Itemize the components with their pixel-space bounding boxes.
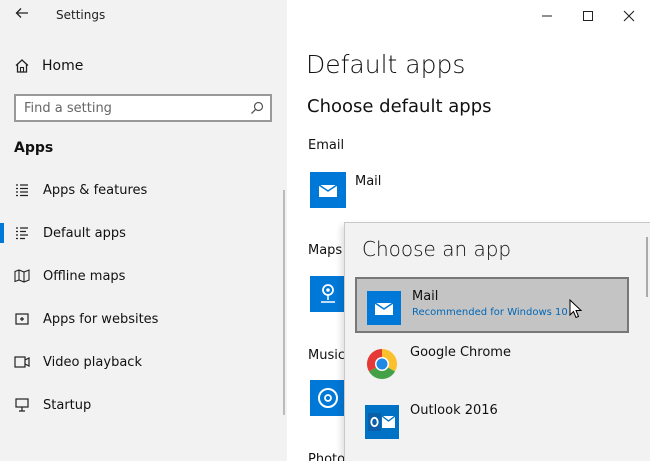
maximize-icon xyxy=(583,10,593,21)
home-icon xyxy=(14,58,30,74)
music-app-tile[interactable] xyxy=(310,380,346,416)
mail-icon xyxy=(318,184,338,197)
back-button[interactable] xyxy=(12,5,32,25)
title-bar: Settings xyxy=(0,0,287,31)
maximize-button[interactable] xyxy=(568,0,608,31)
flyout-title: Choose an app xyxy=(362,237,512,261)
choose-app-flyout: Choose an app Mail Recommended for Windo… xyxy=(344,222,650,461)
music-category-label: Music xyxy=(308,348,345,363)
video-icon xyxy=(14,354,30,370)
email-app-tile[interactable] xyxy=(310,172,346,208)
outlook-icon xyxy=(365,405,399,439)
option-name: Outlook 2016 xyxy=(410,403,498,418)
selection-indicator xyxy=(0,223,4,243)
page-title: Default apps xyxy=(306,50,466,79)
sidebar-item-label: Offline maps xyxy=(43,268,126,284)
app-option-outlook-2016[interactable]: Outlook 2016 xyxy=(355,393,629,449)
sidebar-item-apps-features[interactable]: Apps & features xyxy=(0,174,280,206)
startup-icon xyxy=(14,397,30,413)
close-button[interactable] xyxy=(609,0,649,31)
maps-app-tile[interactable] xyxy=(310,276,346,312)
option-recommendation: Recommended for Windows 10 xyxy=(412,307,568,318)
minimize-icon xyxy=(542,15,552,16)
flyout-scrollbar[interactable] xyxy=(646,237,648,297)
sidebar-item-video-playback[interactable]: Video playback xyxy=(0,346,280,378)
home-label: Home xyxy=(42,58,84,74)
section-subtitle: Choose default apps xyxy=(307,96,492,117)
sidebar-item-apps-for-websites[interactable]: Apps for websites xyxy=(0,303,280,335)
search-box[interactable] xyxy=(14,94,272,122)
sidebar-item-label: Apps for websites xyxy=(43,311,159,327)
search-input[interactable] xyxy=(24,99,244,117)
sidebar-item-default-apps[interactable]: Default apps xyxy=(0,217,280,249)
chrome-icon xyxy=(365,347,399,381)
maps-pin-icon xyxy=(321,284,335,303)
sidebar-item-startup[interactable]: Startup xyxy=(0,389,280,421)
close-icon xyxy=(623,10,635,21)
groove-music-icon xyxy=(318,388,338,408)
sidebar-item-label: Apps & features xyxy=(43,182,148,198)
sidebar-item-offline-maps[interactable]: Offline maps xyxy=(0,260,280,292)
default-apps-icon xyxy=(14,225,30,241)
home-nav-item[interactable]: Home xyxy=(14,55,83,77)
map-icon xyxy=(14,268,30,284)
email-app-name[interactable]: Mail xyxy=(355,174,381,189)
window-title: Settings xyxy=(56,8,106,22)
back-arrow-icon xyxy=(15,8,28,18)
sidebar-item-label: Startup xyxy=(43,397,92,413)
app-option-google-chrome[interactable]: Google Chrome xyxy=(355,335,629,391)
mail-icon xyxy=(367,291,401,325)
search-icon[interactable] xyxy=(250,100,264,114)
link-window-icon xyxy=(14,311,30,327)
minimize-button[interactable] xyxy=(527,0,567,31)
photo-category-label: Photo xyxy=(308,452,346,461)
app-option-mail[interactable]: Mail Recommended for Windows 10 xyxy=(355,277,629,333)
sidebar-item-label: Default apps xyxy=(43,225,126,241)
section-heading: Apps xyxy=(14,140,54,156)
list-icon xyxy=(14,182,30,198)
email-category-label: Email xyxy=(308,138,345,153)
mouse-pointer-icon xyxy=(569,299,583,319)
sidebar-item-label: Video playback xyxy=(43,354,142,370)
option-name: Mail xyxy=(412,289,439,304)
sidebar-scrollbar[interactable] xyxy=(283,190,285,415)
sidebar: Settings Home Apps Apps & features Defau… xyxy=(0,0,287,461)
maps-category-label: Maps xyxy=(308,243,343,258)
option-name: Google Chrome xyxy=(410,345,511,360)
